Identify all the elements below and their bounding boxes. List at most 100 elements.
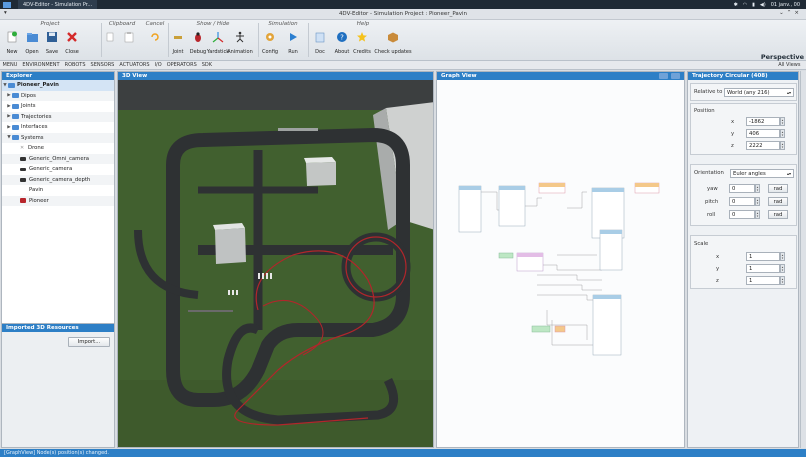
graph-node[interactable]: [516, 252, 544, 272]
roll-unit-button[interactable]: rad: [768, 210, 788, 219]
position-x-input[interactable]: -1862: [746, 117, 780, 126]
os-taskbar: 4DV-Editor - Simulation Pr... ✱ ◠ ▮ ◀) 0…: [0, 0, 806, 9]
undo-button[interactable]: [145, 29, 165, 59]
tree-item-drone[interactable]: ✕ Drone: [2, 143, 114, 154]
tab-operators[interactable]: OPERATORS: [164, 62, 199, 68]
tab-sdk[interactable]: SDK: [199, 62, 214, 68]
animation-button[interactable]: Animation: [227, 29, 253, 59]
run-button[interactable]: Run: [283, 29, 303, 59]
folder-icon: [12, 93, 19, 99]
battery-icon[interactable]: ▮: [752, 2, 755, 8]
scale-y-spinner[interactable]: ▴ ▾: [780, 264, 785, 273]
import-button[interactable]: Import...: [68, 337, 110, 347]
status-message: [GraphView] Node(s) position(s) changed.: [4, 450, 109, 456]
doc-button[interactable]: Doc: [310, 29, 330, 59]
scale-z-input[interactable]: 1: [746, 276, 780, 285]
tree-item-joints[interactable]: ▶ Joints: [2, 101, 114, 112]
save-button[interactable]: Save: [42, 29, 62, 59]
position-x-spinner[interactable]: ▴ ▾: [780, 117, 785, 126]
check-updates-button[interactable]: Check updates: [374, 29, 412, 59]
tree-item-interfaces[interactable]: ▶ Interfaces: [2, 122, 114, 133]
roll-spinner[interactable]: ▴ ▾: [755, 210, 760, 219]
copy-button[interactable]: [102, 29, 120, 59]
position-y-spinner[interactable]: ▴ ▾: [780, 129, 785, 138]
taskbar-item[interactable]: 4DV-Editor - Simulation Pr...: [18, 0, 98, 9]
window-controls[interactable]: ⌄⌃×: [779, 10, 802, 16]
window-menu-icon[interactable]: ▾: [4, 10, 7, 16]
scale-x-input[interactable]: 1: [746, 252, 780, 261]
wifi-icon[interactable]: ◠: [743, 2, 747, 8]
graph-node[interactable]: [458, 185, 482, 233]
tree-item-pioneer-pavin[interactable]: ▼ Pioneer_Pavin: [2, 80, 114, 91]
graph-node[interactable]: [531, 325, 551, 333]
position-section: Position x -1862 ▴ ▾ y 406 ▴ ▾ z 2222 ▴ ▾: [690, 103, 797, 155]
orientation-mode-select[interactable]: Euler angles ▴▾: [730, 169, 794, 178]
pitch-spinner[interactable]: ▴ ▾: [755, 197, 760, 206]
config-button[interactable]: Config: [260, 29, 280, 59]
position-z-spinner[interactable]: ▴ ▾: [780, 141, 785, 150]
graph-node[interactable]: [554, 325, 566, 333]
yardstick-button[interactable]: Yardstick: [207, 29, 229, 59]
project-group: Project New Open Save Close: [0, 20, 100, 61]
tab-sensors[interactable]: SENSORS: [88, 62, 117, 68]
os-logo-icon[interactable]: [0, 0, 14, 9]
scale-z-spinner[interactable]: ▴ ▾: [780, 276, 785, 285]
tab-menu[interactable]: MENU: [0, 62, 20, 68]
close-button[interactable]: Close: [62, 29, 82, 59]
tree-item-pioneer[interactable]: Pioneer: [2, 195, 114, 206]
position-y-input[interactable]: 406: [746, 129, 780, 138]
yaw-spinner[interactable]: ▴ ▾: [755, 184, 760, 193]
node-graph-canvas[interactable]: [437, 80, 685, 448]
tree-item-pavin[interactable]: Pavin: [2, 185, 114, 196]
tree-item-dipos[interactable]: ▶ Dipos: [2, 90, 114, 101]
bluetooth-icon[interactable]: ✱: [734, 2, 738, 8]
3d-scene-canvas[interactable]: [118, 80, 434, 448]
tree-item-generic-camera-depth[interactable]: Generic_camera_depth: [2, 174, 114, 185]
position-z-input[interactable]: 2222: [746, 141, 780, 150]
show-hide-group: Show / Hide Joint Debug Yardstick Animat…: [168, 20, 258, 61]
graph-view-panel[interactable]: Graph View: [436, 71, 685, 448]
graph-node[interactable]: [498, 252, 514, 259]
tab-actuators[interactable]: ACTUATORS: [117, 62, 152, 68]
graph-node[interactable]: [592, 294, 622, 356]
zoom-reset-icon[interactable]: [671, 73, 680, 79]
tab-robots[interactable]: ROBOTS: [62, 62, 88, 68]
yaw-input[interactable]: 0: [729, 184, 755, 193]
tab-io[interactable]: I/O: [152, 62, 164, 68]
folder-icon: [12, 114, 19, 120]
volume-icon[interactable]: ◀): [760, 2, 766, 8]
roll-input[interactable]: 0: [729, 210, 755, 219]
folder-icon: [12, 103, 19, 109]
side-dock-strip[interactable]: [800, 71, 806, 448]
clock[interactable]: 01 janv., 00: [771, 2, 800, 8]
pitch-unit-button[interactable]: rad: [768, 197, 788, 206]
tree-item-generic-omni-camera[interactable]: Generic_Omni_camera: [2, 153, 114, 164]
graph-node[interactable]: [538, 182, 566, 194]
properties-panel: Trajectory Circular (408) Relative to : …: [687, 71, 799, 448]
open-button[interactable]: Open: [22, 29, 42, 59]
scale-x-spinner[interactable]: ▴ ▾: [780, 252, 785, 261]
tab-environment[interactable]: ENVIRONMENT: [20, 62, 62, 68]
relative-to-select[interactable]: World (any 216) ▴▾: [724, 88, 794, 97]
question-mark-icon: ?: [335, 30, 349, 44]
tree-item-trajectories[interactable]: ▶ Trajectories: [2, 111, 114, 122]
about-button[interactable]: ? About: [332, 29, 352, 59]
joint-button[interactable]: Joint: [168, 29, 188, 59]
new-button[interactable]: New: [2, 29, 22, 59]
credits-button[interactable]: Credits: [352, 29, 372, 59]
pitch-input[interactable]: 0: [729, 197, 755, 206]
3d-view-panel[interactable]: 3D View: [117, 71, 434, 448]
zoom-fit-icon[interactable]: [659, 73, 668, 79]
cancel-group: Cancel: [143, 20, 167, 61]
graph-node[interactable]: [634, 182, 660, 194]
scale-y-input[interactable]: 1: [746, 264, 780, 273]
graph-node[interactable]: [498, 185, 526, 227]
all-views-tab[interactable]: All Views: [776, 62, 803, 68]
tree-item-generic-camera[interactable]: Generic_camera: [2, 164, 114, 175]
tree-item-systems[interactable]: ▼ Systems: [2, 132, 114, 143]
paste-button[interactable]: [120, 29, 138, 59]
graph-node[interactable]: [599, 229, 623, 271]
yaw-unit-button[interactable]: rad: [768, 184, 788, 193]
perspective-label[interactable]: Perspective: [761, 53, 804, 61]
debug-button[interactable]: Debug: [188, 29, 208, 59]
